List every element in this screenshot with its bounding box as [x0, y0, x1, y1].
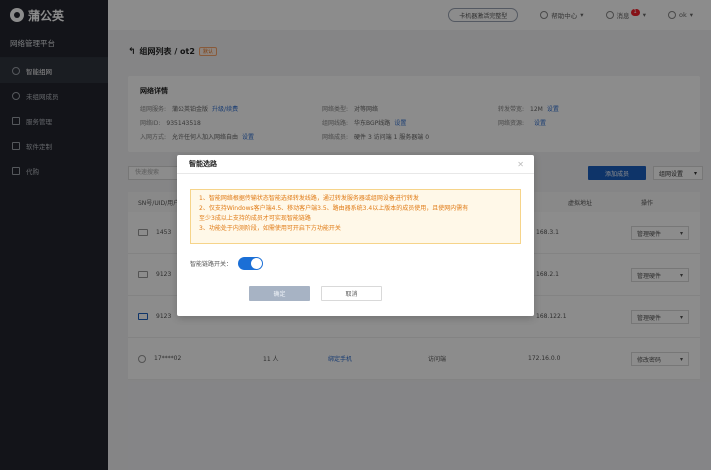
- cancel-button[interactable]: 取消: [321, 286, 382, 301]
- notice-line: 2、仅支持Windows客户端4.5、移动客户端3.5、路由器系统3.4以上版本…: [199, 205, 469, 212]
- modal-title: 智能选路: [189, 160, 217, 168]
- smart-route-switch-row: 智能链路开关：: [190, 257, 264, 270]
- smart-route-toggle[interactable]: [238, 257, 264, 270]
- toggle-knob: [251, 258, 263, 269]
- notice-line: 3、功能处于内测阶段，如需使用可开启下方功能开关: [199, 225, 341, 232]
- notice-line: 1、智能网络根据传输状态智能选择转发线路，通过转发服务器或组网设备进行转发: [199, 195, 419, 202]
- confirm-button[interactable]: 确定: [249, 286, 310, 301]
- switch-label: 智能链路开关：: [190, 261, 233, 268]
- notice-line: 至少3成以上支持的成员才可实现智能链路: [199, 215, 311, 222]
- notice-box: 1、智能网络根据传输状态智能选择转发线路，通过转发服务器或组网设备进行转发 2、…: [190, 189, 521, 244]
- close-icon[interactable]: ✕: [517, 160, 524, 169]
- modal-header: 智能选路 ✕: [177, 155, 534, 174]
- smart-route-modal: 智能选路 ✕ 1、智能网络根据传输状态智能选择转发线路，通过转发服务器或组网设备…: [177, 155, 534, 316]
